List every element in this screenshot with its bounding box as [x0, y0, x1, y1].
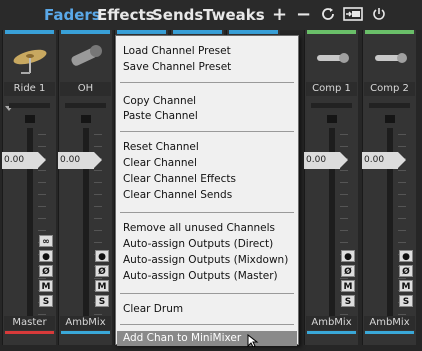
- mixer-window: Faders Effects Sends Tweaks + − Ride 1 0…: [0, 0, 422, 348]
- tab-effects[interactable]: Effects: [97, 6, 155, 24]
- menu-separator: [120, 212, 294, 213]
- pan-knob[interactable]: [81, 115, 91, 123]
- menu-item-auto-assign-mixdown[interactable]: Auto-assign Outputs (Mixdown): [117, 253, 297, 268]
- mute-button[interactable]: M: [341, 280, 355, 292]
- pan-slider[interactable]: [369, 103, 410, 108]
- microphone-icon: [309, 40, 355, 76]
- pan-knob[interactable]: [385, 115, 395, 123]
- top-toolbar: Faders Effects Sends Tweaks + −: [0, 0, 422, 30]
- channel-strip-comp-2[interactable]: Comp 2 0.00 ∞ ● Ø M S AmbMix: [362, 30, 416, 345]
- output-color-bar: [365, 331, 414, 334]
- menu-separator: [120, 324, 294, 325]
- microphone-icon: [63, 40, 109, 76]
- add-channel-button[interactable]: +: [272, 4, 287, 25]
- output-selector[interactable]: Master: [4, 316, 55, 330]
- channel-name[interactable]: OH: [60, 82, 111, 96]
- solo-button[interactable]: S: [341, 295, 355, 307]
- microphone-icon: [367, 40, 413, 76]
- output-selector[interactable]: AmbMix: [60, 316, 111, 330]
- output-selector[interactable]: AmbMix: [364, 316, 415, 330]
- channel-color-bar: [307, 30, 356, 34]
- mute-button[interactable]: M: [399, 280, 413, 292]
- menu-separator: [120, 82, 294, 83]
- record-button[interactable]: ●: [39, 250, 53, 262]
- tab-tweaks[interactable]: Tweaks: [203, 6, 265, 24]
- output-color-bar: [61, 331, 110, 334]
- pan-knob[interactable]: [327, 115, 337, 123]
- menu-separator: [120, 293, 294, 294]
- monitor-icon[interactable]: [343, 6, 363, 26]
- menu-item-load-channel-preset[interactable]: Load Channel Preset: [117, 44, 297, 59]
- volume-value[interactable]: 0.00: [362, 152, 406, 169]
- channel-color-bar: [365, 30, 414, 34]
- channel-name[interactable]: Ride 1: [4, 82, 55, 96]
- tab-sends[interactable]: Sends: [152, 6, 203, 24]
- menu-item-clear-drum[interactable]: Clear Drum: [117, 302, 297, 317]
- link-button[interactable]: ∞: [39, 235, 53, 247]
- output-color-bar: [5, 331, 54, 334]
- menu-item-paste-channel[interactable]: Paste Channel: [117, 109, 297, 124]
- channel-color-bar: [173, 30, 222, 34]
- menu-item-auto-assign-master[interactable]: Auto-assign Outputs (Master): [117, 269, 297, 284]
- mouse-cursor-icon: [247, 332, 259, 351]
- phase-button[interactable]: Ø: [341, 265, 355, 277]
- channel-strip-oh[interactable]: OH 0.00 ∞ ● Ø M S AmbMix: [58, 30, 112, 345]
- pan-slider[interactable]: [9, 103, 50, 108]
- channel-buttons: ∞ ● Ø M S: [399, 235, 413, 310]
- channel-color-bar: [117, 30, 166, 34]
- record-button[interactable]: ●: [341, 250, 355, 262]
- menu-separator: [120, 131, 294, 132]
- channel-context-menu: Load Channel Preset Save Channel Preset …: [115, 35, 299, 346]
- volume-value[interactable]: 0.00: [58, 152, 102, 169]
- solo-button[interactable]: S: [39, 295, 53, 307]
- channel-strip-comp-1[interactable]: Comp 1 0.00 ∞ ● Ø M S AmbMix: [304, 30, 358, 345]
- menu-item-clear-channel[interactable]: Clear Channel: [117, 156, 297, 171]
- channel-buttons: ∞ ● Ø M S: [341, 235, 355, 310]
- volume-value[interactable]: 0.00: [304, 152, 348, 169]
- menu-item-auto-assign-direct[interactable]: Auto-assign Outputs (Direct): [117, 237, 297, 252]
- record-button[interactable]: ●: [399, 250, 413, 262]
- pan-slider[interactable]: [311, 103, 352, 108]
- refresh-icon[interactable]: [320, 6, 336, 26]
- output-color-bar: [307, 331, 356, 334]
- power-icon[interactable]: [372, 6, 386, 26]
- channel-color-bar: [229, 30, 278, 34]
- mute-button[interactable]: M: [39, 280, 53, 292]
- volume-value[interactable]: 0.00: [2, 152, 46, 169]
- channel-buttons: ∞ ● Ø M S: [95, 235, 109, 310]
- menu-item-clear-channel-sends[interactable]: Clear Channel Sends: [117, 188, 297, 203]
- menu-item-save-channel-preset[interactable]: Save Channel Preset: [117, 60, 297, 75]
- channel-name[interactable]: Comp 1: [306, 82, 357, 96]
- output-selector[interactable]: AmbMix: [306, 316, 357, 330]
- menu-item-remove-unused-channels[interactable]: Remove all unused Channels: [117, 221, 297, 236]
- channel-buttons: ∞ ● Ø M S: [39, 235, 53, 310]
- mute-button[interactable]: M: [95, 280, 109, 292]
- remove-channel-button[interactable]: −: [296, 4, 311, 25]
- solo-button[interactable]: S: [95, 295, 109, 307]
- channel-name[interactable]: Comp 2: [364, 82, 415, 96]
- menu-item-copy-channel[interactable]: Copy Channel: [117, 94, 297, 109]
- solo-button[interactable]: S: [399, 295, 413, 307]
- record-button[interactable]: ●: [95, 250, 109, 262]
- phase-button[interactable]: Ø: [95, 265, 109, 277]
- phase-button[interactable]: Ø: [39, 265, 53, 277]
- pan-slider[interactable]: [65, 103, 106, 108]
- pan-knob[interactable]: [25, 115, 35, 123]
- menu-item-clear-channel-effects[interactable]: Clear Channel Effects: [117, 172, 297, 187]
- channel-color-bar: [5, 30, 54, 34]
- menu-item-add-chan-to-minimixer[interactable]: Add Chan to MiniMixer: [117, 331, 297, 346]
- channel-color-bar: [61, 30, 110, 34]
- cymbal-icon: [7, 40, 53, 76]
- tab-faders[interactable]: Faders: [44, 6, 101, 24]
- menu-item-reset-channel[interactable]: Reset Channel: [117, 140, 297, 155]
- channel-strip-ride-1[interactable]: Ride 1 0.00 ∞ ● Ø M S Master: [2, 30, 56, 345]
- phase-button[interactable]: Ø: [399, 265, 413, 277]
